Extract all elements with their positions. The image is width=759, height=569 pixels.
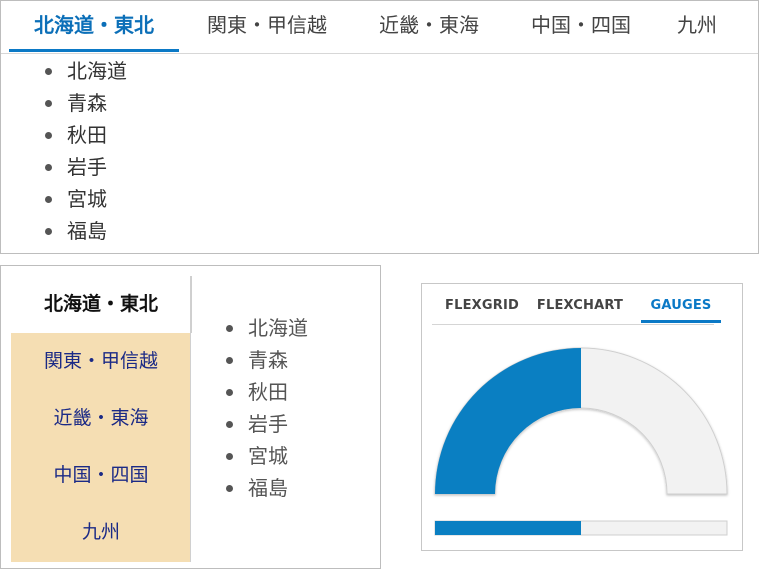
list-item: 福島 bbox=[35, 217, 127, 249]
linear-gauge-value bbox=[435, 521, 581, 535]
vtab-chugoku-shikoku[interactable]: 中国・四国 bbox=[11, 447, 191, 504]
vtab-hokkaido-tohoku[interactable]: 北海道・東北 bbox=[11, 276, 192, 333]
list-item: 北海道 bbox=[216, 314, 308, 346]
list-item: 岩手 bbox=[35, 153, 127, 185]
list-item: 宮城 bbox=[216, 442, 308, 474]
tab-kyushu[interactable]: 九州 bbox=[664, 1, 730, 52]
tab-hokkaido-tohoku[interactable]: 北海道・東北 bbox=[9, 1, 179, 52]
tab-kinki-tokai[interactable]: 近畿・東海 bbox=[364, 1, 494, 52]
prefecture-list: 北海道 青森 秋田 岩手 宮城 福島 bbox=[216, 314, 308, 506]
vertical-tab-bar: 北海道・東北 関東・甲信越 近畿・東海 中国・四国 九州 bbox=[11, 276, 192, 562]
vtab-kanto-koshinetsu[interactable]: 関東・甲信越 bbox=[11, 333, 191, 390]
tab-kanto-koshinetsu[interactable]: 関東・甲信越 bbox=[191, 1, 343, 52]
list-item: 青森 bbox=[216, 346, 308, 378]
list-item: 北海道 bbox=[35, 57, 127, 89]
vertical-tab-panel: 北海道・東北 関東・甲信越 近畿・東海 中国・四国 九州 北海道 青森 秋田 岩… bbox=[0, 265, 381, 569]
tab-chugoku-shikoku[interactable]: 中国・四国 bbox=[518, 1, 644, 52]
list-item: 秋田 bbox=[216, 378, 308, 410]
horizontal-tab-panel: 北海道・東北 関東・甲信越 近畿・東海 中国・四国 九州 北海道 青森 秋田 岩… bbox=[0, 0, 759, 254]
vtab-kyushu[interactable]: 九州 bbox=[11, 504, 191, 562]
list-item: 青森 bbox=[35, 89, 127, 121]
radial-gauge-value bbox=[435, 348, 581, 494]
list-item: 宮城 bbox=[35, 185, 127, 217]
horizontal-tab-bar: 北海道・東北 関東・甲信越 近畿・東海 中国・四国 九州 bbox=[1, 1, 758, 54]
vertical-tab-divider bbox=[190, 276, 191, 562]
list-item: 福島 bbox=[216, 474, 308, 506]
list-item: 岩手 bbox=[216, 410, 308, 442]
prefecture-list: 北海道 青森 秋田 岩手 宮城 福島 bbox=[35, 57, 127, 249]
list-item: 秋田 bbox=[35, 121, 127, 153]
gauges-panel: FLEXGRID FLEXCHART GAUGES bbox=[421, 283, 743, 551]
gauges-canvas bbox=[434, 347, 728, 536]
vtab-kinki-tokai[interactable]: 近畿・東海 bbox=[11, 390, 191, 447]
